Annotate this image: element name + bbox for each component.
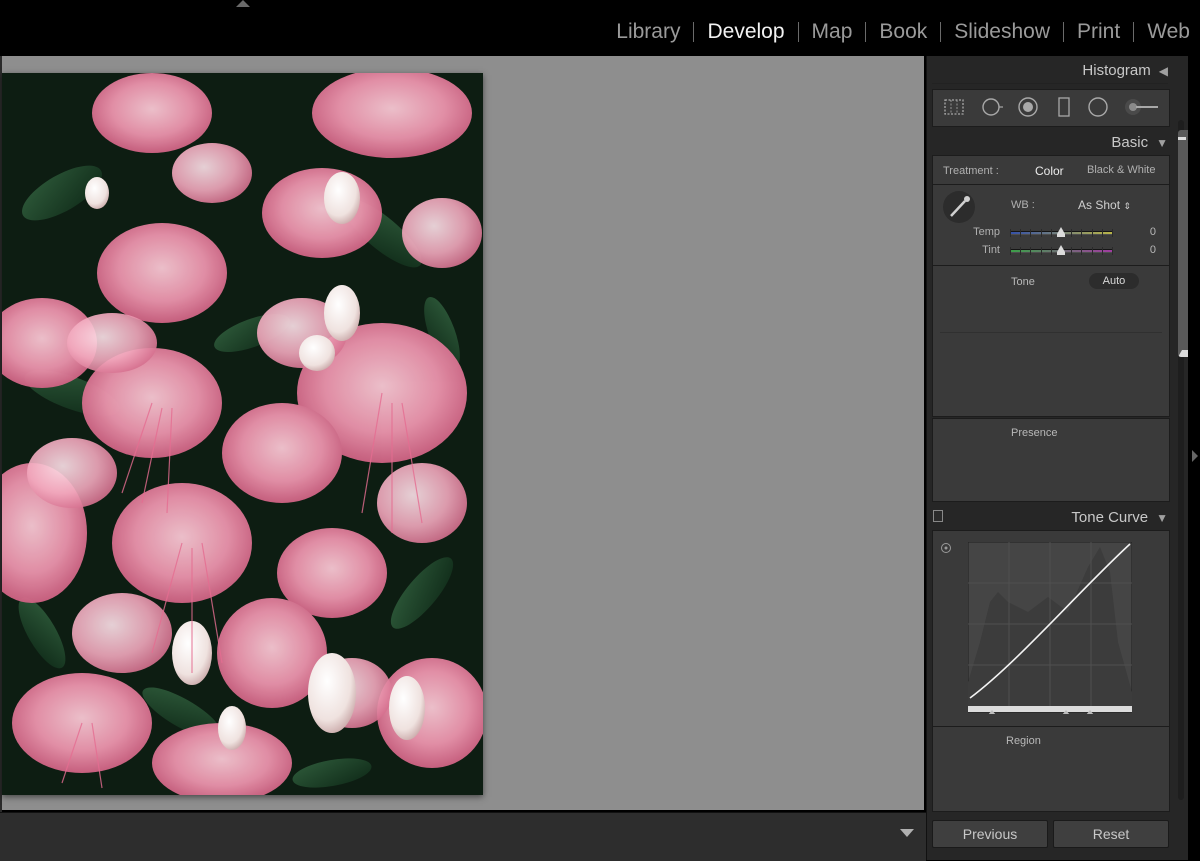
- histogram-label: Histogram: [1082, 62, 1151, 79]
- toolbar-strip: [0, 812, 926, 861]
- updown-arrows-icon: ⇕: [1123, 201, 1131, 211]
- wb-value: As Shot: [1078, 198, 1121, 212]
- slider-tick: [1101, 247, 1103, 255]
- module-map[interactable]: Map: [812, 20, 853, 44]
- temp-slider[interactable]: [1010, 227, 1113, 237]
- slider-tick: [1071, 229, 1073, 237]
- slider-tick: [1040, 247, 1042, 255]
- eyedropper-icon[interactable]: [942, 190, 976, 224]
- module-web[interactable]: Web: [1147, 20, 1190, 44]
- slider-tick: [1050, 229, 1052, 237]
- targeted-adjustment-icon[interactable]: [940, 542, 952, 554]
- red-eye-icon[interactable]: [1017, 96, 1039, 118]
- region-section: [932, 726, 1170, 812]
- module-book[interactable]: Book: [879, 20, 927, 44]
- adjustment-brush-icon[interactable]: [1122, 96, 1162, 118]
- module-separator: [1063, 22, 1064, 42]
- tone-curve-label: Tone Curve: [1071, 509, 1149, 526]
- tint-value[interactable]: 0: [1126, 244, 1156, 256]
- slider-tick: [1091, 247, 1093, 255]
- module-develop[interactable]: Develop: [707, 20, 784, 44]
- auto-tone-button[interactable]: Auto: [1089, 273, 1139, 289]
- region-label: Region: [1006, 735, 1041, 747]
- module-library[interactable]: Library: [616, 20, 680, 44]
- slider-tick: [1050, 247, 1052, 255]
- collapse-down-arrow-icon: ▼: [1156, 136, 1168, 150]
- reset-button[interactable]: Reset: [1053, 820, 1169, 848]
- slider-tick: [1071, 247, 1073, 255]
- basic-label: Basic: [1111, 134, 1149, 151]
- slider-tick: [1020, 247, 1022, 255]
- tone-curve-graph[interactable]: [968, 542, 1132, 714]
- module-separator: [1133, 22, 1135, 42]
- treatment-label: Treatment :: [943, 165, 999, 177]
- module-slideshow[interactable]: Slideshow: [954, 20, 1050, 44]
- slider-tick: [1091, 229, 1093, 237]
- spot-removal-icon[interactable]: [981, 96, 1003, 118]
- toolbar-dropdown-arrow-icon[interactable]: [900, 829, 914, 837]
- slider-tick: [1020, 229, 1022, 237]
- divider: [932, 83, 1168, 84]
- collapse-down-arrow-icon: ▼: [1156, 511, 1168, 525]
- tint-label: Tint: [982, 244, 1000, 256]
- radial-filter-icon[interactable]: [1087, 96, 1109, 118]
- photo-image: [2, 73, 483, 795]
- treatment-bw-option[interactable]: Black & White: [1087, 164, 1155, 176]
- module-separator: [865, 22, 867, 42]
- module-separator: [940, 22, 942, 42]
- photo-preview[interactable]: [2, 73, 483, 795]
- slider-tick: [1081, 229, 1083, 237]
- slider-tick: [1030, 247, 1032, 255]
- slider-tick: [1010, 229, 1011, 237]
- slider-tick: [1112, 247, 1113, 255]
- histogram-panel-header[interactable]: Histogram ◀: [932, 62, 1168, 88]
- slider-tick: [1010, 247, 1011, 255]
- right-panel-scrollbar[interactable]: [1176, 120, 1192, 800]
- temp-value[interactable]: 0: [1126, 226, 1156, 238]
- top-panel-collapse-arrow-icon[interactable]: [236, 0, 250, 7]
- crop-overlay-icon[interactable]: [943, 96, 965, 118]
- previous-button[interactable]: Previous: [932, 820, 1048, 848]
- slider-tick: [1101, 229, 1103, 237]
- tint-slider-thumb[interactable]: [1057, 245, 1065, 255]
- expand-right-arrow-icon[interactable]: [1192, 450, 1198, 462]
- slider-tick: [1030, 229, 1032, 237]
- wb-label: WB :: [1011, 199, 1035, 211]
- temp-label: Temp: [973, 226, 1000, 238]
- presence-label: Presence: [1011, 427, 1058, 439]
- module-separator: [693, 22, 695, 42]
- tone-label: Tone: [1011, 276, 1035, 288]
- graduated-filter-icon[interactable]: [1053, 96, 1075, 118]
- tint-slider[interactable]: [1010, 245, 1113, 255]
- slider-tick: [1040, 229, 1042, 237]
- divider: [940, 332, 1162, 333]
- wb-dropdown[interactable]: As Shot ⇕: [1078, 198, 1131, 212]
- module-picker: Library Develop Map Book Slideshow Print…: [616, 20, 1190, 44]
- slider-tick: [1081, 247, 1083, 255]
- treatment-color-option[interactable]: Color: [1035, 164, 1064, 178]
- module-separator: [797, 22, 799, 42]
- module-print[interactable]: Print: [1077, 20, 1120, 44]
- slider-tick: [1112, 229, 1113, 237]
- collapse-left-arrow-icon: ◀: [1158, 64, 1168, 78]
- temp-slider-thumb[interactable]: [1057, 227, 1065, 237]
